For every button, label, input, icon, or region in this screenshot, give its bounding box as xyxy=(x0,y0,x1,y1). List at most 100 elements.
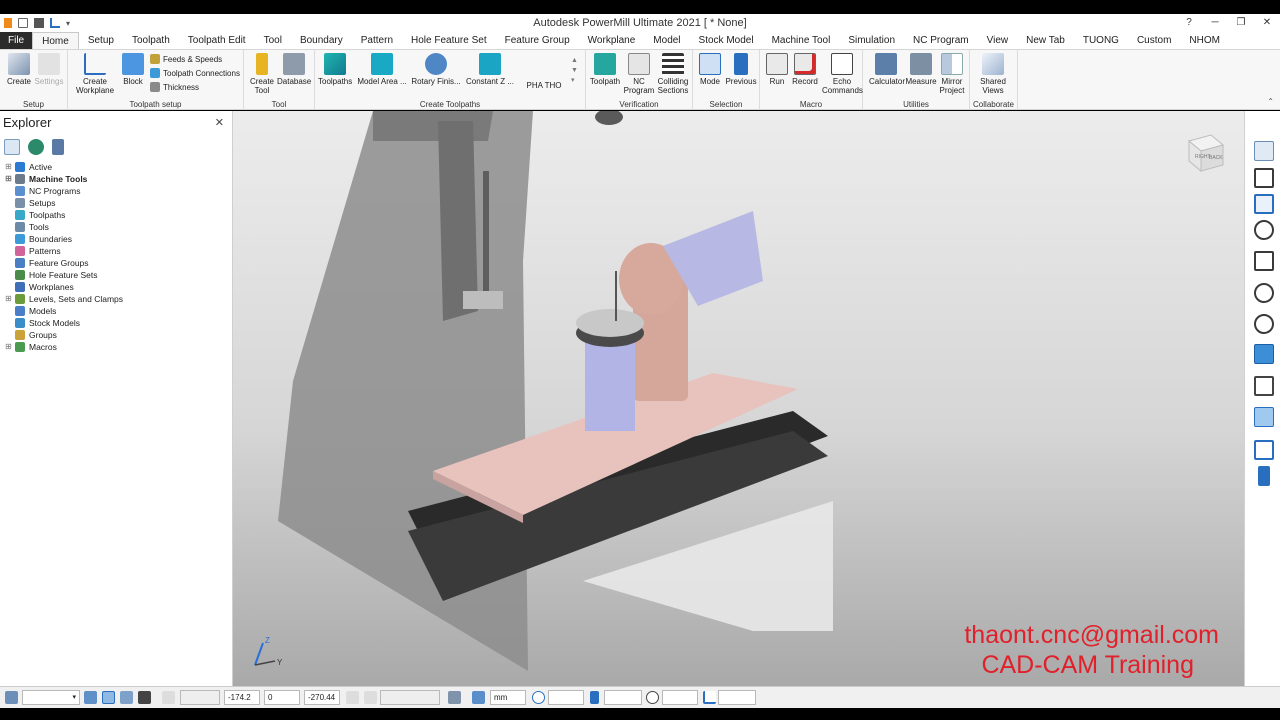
toolpaths-button[interactable]: Toolpaths xyxy=(318,53,352,86)
model-area-button[interactable]: Model Area ... xyxy=(357,53,407,86)
rotary-finishing-button[interactable]: Rotary Finis... xyxy=(411,53,461,86)
customize-qa-icon[interactable]: ▾ xyxy=(66,19,70,28)
wireframe-view-icon[interactable] xyxy=(1254,376,1274,396)
coord-x-field[interactable]: -174.2 xyxy=(224,690,260,705)
explorer-globe-icon[interactable] xyxy=(28,139,44,155)
coord-z-field[interactable]: -270.44 xyxy=(304,690,340,705)
verify-nc-program-button[interactable]: NC Program xyxy=(622,53,656,95)
tree-item[interactable]: NC Programs xyxy=(4,185,229,197)
gallery-scroll-icon[interactable]: ▲ ▼ ▾ xyxy=(571,56,578,86)
tree-item[interactable]: Models xyxy=(4,305,229,317)
tool-field[interactable] xyxy=(604,690,642,705)
units-field[interactable]: mm xyxy=(490,690,526,705)
create-tool-button[interactable]: Create Tool xyxy=(245,53,279,95)
tree-item[interactable]: Groups xyxy=(4,329,229,341)
tab-toolpath-edit[interactable]: Toolpath Edit xyxy=(179,32,255,49)
tab-simulation[interactable]: Simulation xyxy=(839,32,904,49)
close-explorer-icon[interactable]: ✕ xyxy=(215,116,224,129)
create-setup-button[interactable]: Create xyxy=(2,53,36,86)
measure-status-icon[interactable] xyxy=(364,691,377,704)
toolpath-connections-button[interactable]: Toolpath Connections xyxy=(150,68,240,78)
mode-button[interactable]: Mode xyxy=(693,53,727,86)
tab-new-tab[interactable]: New Tab xyxy=(1017,32,1074,49)
workplane-status-icon[interactable] xyxy=(5,691,18,704)
tab-nhom[interactable]: NHOM xyxy=(1180,32,1229,49)
tab-nc-program[interactable]: NC Program xyxy=(904,32,978,49)
mirror-project-button[interactable]: Mirror Project xyxy=(935,53,969,95)
transparent-view-icon[interactable] xyxy=(1254,407,1274,427)
block-button[interactable]: Block xyxy=(116,53,150,86)
tab-feature-group[interactable]: Feature Group xyxy=(496,32,579,49)
grid-icon[interactable] xyxy=(162,691,175,704)
tree-item[interactable]: Hole Feature Sets xyxy=(4,269,229,281)
record-macro-button[interactable]: Record xyxy=(788,53,822,86)
zoom-rotate-icon[interactable] xyxy=(1254,220,1274,240)
tree-item[interactable]: Toolpaths xyxy=(4,209,229,221)
zoom-box-icon[interactable] xyxy=(1254,283,1274,303)
tab-machine-tool[interactable]: Machine Tool xyxy=(763,32,840,49)
database-button[interactable]: Database xyxy=(277,53,311,86)
tab-home[interactable]: Home xyxy=(32,32,79,49)
explorer-tree-icon[interactable] xyxy=(4,139,20,155)
tab-file[interactable]: File xyxy=(0,32,33,49)
tab-workplane[interactable]: Workplane xyxy=(579,32,645,49)
tree-item[interactable]: ⊞ Macros xyxy=(4,341,229,353)
diameter-field[interactable] xyxy=(662,690,698,705)
collapse-ribbon-icon[interactable]: ⌃ xyxy=(1267,97,1274,106)
tree-item[interactable]: Boundaries xyxy=(4,233,229,245)
tree-item[interactable]: Tools xyxy=(4,221,229,233)
calculator-button[interactable]: Calculator xyxy=(869,53,905,86)
tree-item[interactable]: ⊞ Machine Tools xyxy=(4,173,229,185)
tree-item[interactable]: ⊞ Levels, Sets and Clamps xyxy=(4,293,229,305)
cube-view-icon[interactable] xyxy=(1254,194,1274,214)
diameter-icon[interactable] xyxy=(646,691,659,704)
angle-icon[interactable] xyxy=(703,691,716,704)
view-fit-icon[interactable] xyxy=(1254,141,1274,161)
coord-y-field[interactable]: 0 xyxy=(264,690,300,705)
previous-button[interactable]: Previous xyxy=(724,53,758,86)
tab-toolpath[interactable]: Toolpath xyxy=(123,32,179,49)
tab-view[interactable]: View xyxy=(978,32,1018,49)
tool-status-icon[interactable] xyxy=(590,691,599,704)
minimize-button[interactable]: ─ xyxy=(1202,14,1228,32)
tree-item[interactable]: Workplanes xyxy=(4,281,229,293)
echo-commands-button[interactable]: Echo Commands xyxy=(822,53,863,95)
constant-z-button[interactable]: Constant Z ... xyxy=(465,53,515,86)
measure-button[interactable]: Measure xyxy=(904,53,938,86)
thickness-button[interactable]: Thickness xyxy=(150,82,199,92)
open-icon[interactable] xyxy=(18,18,28,28)
tab-boundary[interactable]: Boundary xyxy=(291,32,352,49)
tree-item[interactable]: Setups xyxy=(4,197,229,209)
tree-item[interactable]: Feature Groups xyxy=(4,257,229,269)
workplane-select[interactable]: ▾ xyxy=(22,690,80,705)
viewcube[interactable]: RIGHT BACK xyxy=(1183,131,1227,175)
stepover-field[interactable] xyxy=(548,690,584,705)
help-icon[interactable]: ? xyxy=(1176,14,1202,32)
pha-tho-button[interactable]: PHA THO xyxy=(521,81,567,90)
tab-pattern[interactable]: Pattern xyxy=(352,32,402,49)
edit-icon[interactable] xyxy=(50,18,60,28)
snap-icon[interactable] xyxy=(84,691,97,704)
expand-icon[interactable]: ⊞ xyxy=(4,174,13,184)
angle-field[interactable] xyxy=(718,690,756,705)
undo-select-icon[interactable] xyxy=(1258,466,1270,486)
tree-item[interactable]: ⊞ Active xyxy=(4,161,229,173)
expand-icon[interactable]: ⊞ xyxy=(4,294,13,304)
tab-setup[interactable]: Setup xyxy=(79,32,123,49)
tab-stock-model[interactable]: Stock Model xyxy=(690,32,763,49)
iso-view-icon[interactable] xyxy=(1254,168,1274,188)
select-icon[interactable] xyxy=(1254,440,1274,460)
tab-model[interactable]: Model xyxy=(644,32,689,49)
cursor-snap-icon[interactable] xyxy=(120,691,133,704)
tree-item[interactable]: Stock Models xyxy=(4,317,229,329)
coord-icon[interactable] xyxy=(346,691,359,704)
save-icon[interactable] xyxy=(34,18,44,28)
units-icon[interactable] xyxy=(472,691,485,704)
crosshair-icon[interactable] xyxy=(532,691,545,704)
close-button[interactable]: ✕ xyxy=(1254,14,1280,32)
tab-custom[interactable]: Custom xyxy=(1128,32,1180,49)
shaded-view-icon[interactable] xyxy=(1254,344,1274,364)
zoom-out-icon[interactable] xyxy=(1254,314,1274,334)
feeds-speeds-button[interactable]: Feeds & Speeds xyxy=(150,54,222,64)
create-workplane-button[interactable]: Create Workplane xyxy=(72,53,118,95)
